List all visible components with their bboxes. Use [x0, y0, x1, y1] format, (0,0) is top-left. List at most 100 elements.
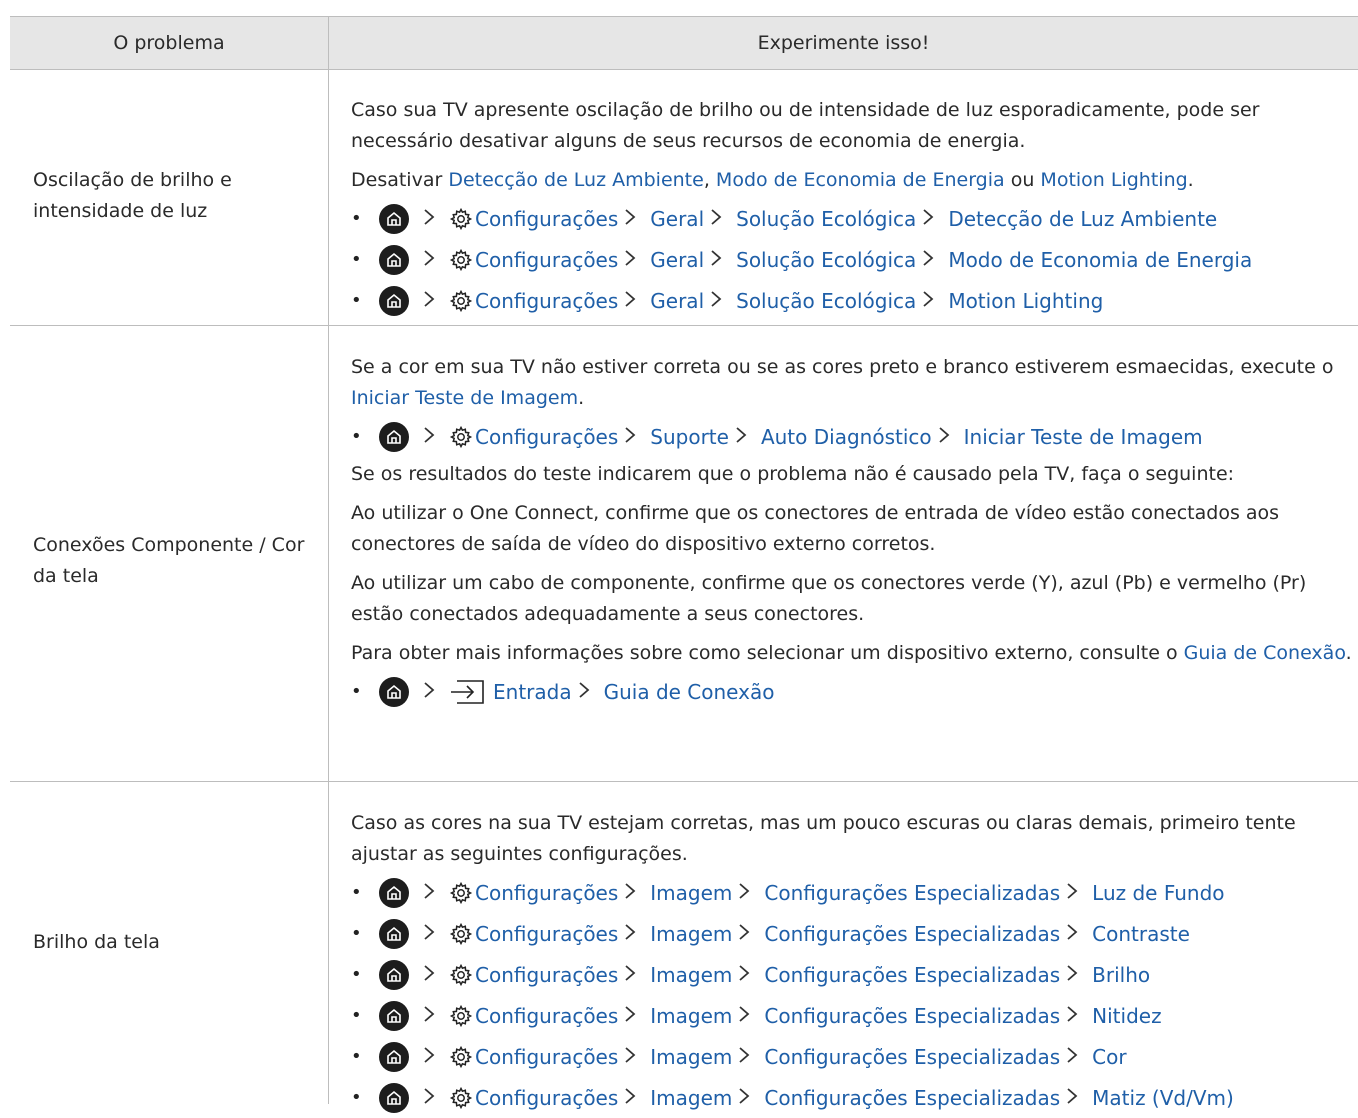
menu-path: • Configurações Imagem Configurações Especi…	[351, 1036, 1356, 1077]
menu-path-item[interactable]: Configurações Especializadas	[764, 1004, 1060, 1028]
menu-path-item[interactable]: Configurações	[475, 248, 618, 272]
menu-path-item[interactable]: Geral	[650, 289, 704, 313]
link-item[interactable]: Modo de Economia de Energia	[716, 169, 1005, 191]
menu-path-item[interactable]: Configurações	[475, 963, 618, 987]
solution-text: Se a cor em sua TV não estiver correta o…	[351, 352, 1356, 414]
text-part: Se a cor em sua TV não estiver correta o…	[351, 356, 1334, 378]
table-row: Conexões Componente / Cor da tela Se a c…	[10, 326, 1358, 781]
home-icon[interactable]	[379, 244, 409, 275]
home-icon[interactable]	[379, 285, 409, 316]
menu-path-item[interactable]: Nitidez	[1092, 1004, 1161, 1028]
menu-path-item[interactable]: Configurações Especializadas	[764, 881, 1060, 905]
home-icon[interactable]	[379, 203, 409, 234]
link-item[interactable]: Iniciar Teste de Imagem	[351, 387, 578, 409]
chevron-right-icon	[710, 207, 724, 231]
menu-path: • Configurações Imagem Configurações Especi…	[351, 995, 1356, 1036]
menu-path-item[interactable]: Brilho	[1092, 963, 1150, 987]
home-icon[interactable]	[379, 1082, 409, 1113]
menu-path-item[interactable]: Configurações	[475, 1004, 618, 1028]
chevron-right-icon	[624, 207, 638, 231]
menu-path-item[interactable]: Configurações	[475, 1086, 618, 1110]
chevron-right-icon	[738, 922, 752, 946]
disable-list-text: Desativar Detecção de Luz Ambiente, Modo…	[351, 165, 1356, 196]
menu-path-item[interactable]: Imagem	[650, 881, 732, 905]
chevron-right-icon	[423, 1004, 437, 1028]
menu-path-item[interactable]: Configurações	[475, 1045, 618, 1069]
menu-path-item[interactable]: Geral	[650, 207, 704, 231]
chevron-right-icon	[423, 963, 437, 987]
chevron-right-icon	[423, 680, 437, 704]
chevron-right-icon	[738, 1045, 752, 1069]
chevron-right-icon	[922, 289, 936, 313]
menu-path-item[interactable]: Imagem	[650, 963, 732, 987]
menu-path-item[interactable]: Imagem	[650, 922, 732, 946]
bullet: •	[351, 1005, 362, 1026]
menu-path-item[interactable]: Solução Ecológica	[736, 289, 916, 313]
problem-cell: Oscilação de brilho e intensidade de luz	[33, 169, 232, 222]
bullet: •	[351, 1046, 362, 1067]
gear-icon	[449, 1045, 473, 1069]
bullet: •	[351, 249, 362, 270]
home-icon[interactable]	[379, 918, 409, 949]
menu-path-item[interactable]: Configurações Especializadas	[764, 963, 1060, 987]
menu-path-item[interactable]: Configurações	[475, 289, 618, 313]
chevron-right-icon	[922, 248, 936, 272]
chevron-right-icon	[1066, 963, 1080, 987]
solution-text: Ao utilizar o One Connect, confirme que …	[351, 502, 1280, 555]
chevron-right-icon	[922, 207, 936, 231]
gear-icon	[449, 289, 473, 313]
menu-path-item[interactable]: Configurações	[475, 425, 618, 449]
solution-cell: Se a cor em sua TV não estiver correta o…	[351, 352, 1356, 712]
home-icon[interactable]	[379, 1000, 409, 1031]
home-icon[interactable]	[379, 676, 409, 707]
home-icon[interactable]	[379, 959, 409, 990]
link-item[interactable]: Motion Lighting	[1040, 169, 1187, 191]
home-icon[interactable]	[379, 1041, 409, 1072]
chevron-right-icon	[1066, 881, 1080, 905]
menu-path-item[interactable]: Geral	[650, 248, 704, 272]
chevron-right-icon	[735, 425, 749, 449]
period-text: .	[1187, 169, 1194, 191]
menu-path-item[interactable]: Guia de Conexão	[604, 680, 775, 704]
menu-path-item[interactable]: Solução Ecológica	[736, 248, 916, 272]
menu-path-item[interactable]: Auto Diagnóstico	[761, 425, 932, 449]
chevron-right-icon	[578, 680, 592, 704]
menu-path-item[interactable]: Imagem	[650, 1045, 732, 1069]
menu-path-item[interactable]: Luz de Fundo	[1092, 881, 1224, 905]
menu-path-item[interactable]: Cor	[1092, 1045, 1126, 1069]
chevron-right-icon	[710, 248, 724, 272]
chevron-right-icon	[624, 963, 638, 987]
gear-icon	[449, 1086, 473, 1110]
menu-path-item[interactable]: Imagem	[650, 1086, 732, 1110]
solution-text: Para obter mais informações sobre como s…	[351, 638, 1356, 669]
menu-path-item[interactable]: Motion Lighting	[948, 289, 1103, 313]
chevron-right-icon	[423, 881, 437, 905]
menu-path-item[interactable]: Imagem	[650, 1004, 732, 1028]
chevron-right-icon	[624, 1086, 638, 1110]
menu-path-item[interactable]: Configurações Especializadas	[764, 922, 1060, 946]
bullet: •	[351, 882, 362, 903]
menu-path-item[interactable]: Suporte	[650, 425, 729, 449]
home-icon[interactable]	[379, 421, 409, 452]
menu-path: • Configurações Imagem Configurações Especi…	[351, 913, 1356, 954]
solution-text: Ao utilizar um cabo de componente, confi…	[351, 572, 1307, 625]
link-item[interactable]: Detecção de Luz Ambiente	[448, 169, 703, 191]
menu-path-item[interactable]: Configurações	[475, 922, 618, 946]
link-item[interactable]: Guia de Conexão	[1184, 642, 1346, 664]
menu-path-item[interactable]: Configurações Especializadas	[764, 1086, 1060, 1110]
home-icon[interactable]	[379, 877, 409, 908]
menu-path-item[interactable]: Modo de Economia de Energia	[948, 248, 1252, 272]
menu-path-item[interactable]: Configurações	[475, 881, 618, 905]
solution-text: Se os resultados do teste indicarem que …	[351, 463, 1235, 485]
chevron-right-icon	[1066, 1086, 1080, 1110]
menu-path-item[interactable]: Configurações Especializadas	[764, 1045, 1060, 1069]
menu-path-item[interactable]: Iniciar Teste de Imagem	[964, 425, 1203, 449]
menu-path-item[interactable]: Detecção de Luz Ambiente	[948, 207, 1217, 231]
menu-path-item[interactable]: Contraste	[1092, 922, 1190, 946]
menu-path-item[interactable]: Configurações	[475, 207, 618, 231]
menu-path-item[interactable]: Solução Ecológica	[736, 207, 916, 231]
menu-path-item[interactable]: Matiz (Vd/Vm)	[1092, 1086, 1234, 1110]
menu-path: • Configurações Imagem Configurações Especi…	[351, 954, 1356, 995]
chevron-right-icon	[1066, 922, 1080, 946]
menu-path-item[interactable]: Entrada	[493, 680, 572, 704]
